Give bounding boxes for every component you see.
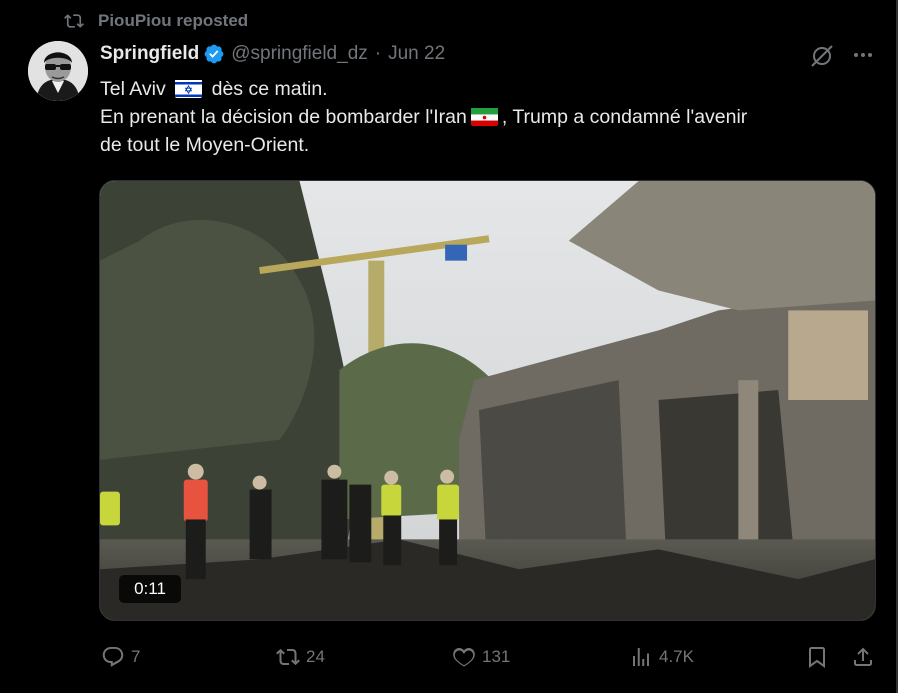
view-count: 4.7K — [659, 647, 694, 666]
tweet-text-segment: dès ce matin. — [211, 78, 328, 100]
repost-icon — [276, 648, 300, 666]
bookmark-button[interactable] — [805, 644, 829, 670]
video-duration: 0:11 — [119, 575, 181, 603]
video-player[interactable] — [99, 180, 876, 621]
tweet-line-3: de tout le Moyen-Orient. — [100, 134, 310, 156]
like-button[interactable]: 131 — [452, 644, 510, 670]
analytics-icon — [633, 648, 649, 666]
repost-icon — [64, 14, 84, 28]
separator-dot: · — [374, 43, 382, 64]
tweet-text-segment: Tel Aviv — [100, 78, 166, 100]
reply-button[interactable]: 7 — [101, 644, 140, 670]
heart-icon — [453, 647, 475, 667]
tweet-actions: 7 24 131 4.7K — [0, 644, 898, 670]
tweet-header: Springfield @springfield_dz · Jun 22 — [100, 41, 445, 67]
tweet-date[interactable]: Jun 22 — [388, 43, 445, 65]
author-name[interactable]: Springfield — [100, 43, 199, 65]
israel-flag-icon — [175, 79, 203, 98]
grok-icon[interactable] — [808, 42, 836, 70]
views-button[interactable]: 4.7K — [629, 644, 694, 670]
repost-count: 24 — [306, 647, 325, 666]
share-icon — [854, 647, 872, 666]
like-count: 131 — [482, 647, 511, 666]
bookmark-icon — [809, 647, 825, 668]
share-button[interactable] — [851, 644, 875, 670]
tweet-line-1: Tel Aviv dès ce matin. — [100, 75, 875, 103]
repost-context[interactable]: PiouPiou reposted — [64, 10, 248, 32]
reply-icon — [102, 647, 124, 667]
tweet-text-segment: En prenant la décision de bombarder l'Ir… — [100, 106, 467, 128]
avatar[interactable] — [28, 41, 88, 101]
reply-count: 7 — [131, 647, 141, 666]
author-handle[interactable]: @springfield_dz — [231, 43, 368, 65]
repost-button[interactable]: 24 — [276, 644, 325, 670]
iran-flag-icon — [470, 107, 498, 126]
tweet-text: Tel Aviv dès ce matin. En prenant la déc… — [100, 75, 875, 159]
more-options-icon[interactable] — [849, 44, 877, 66]
verified-badge-icon[interactable] — [203, 43, 225, 65]
repost-text: PiouPiou reposted — [98, 11, 249, 30]
tweet-line-2: En prenant la décision de bombarder l'Ir… — [100, 103, 875, 131]
video-frame — [100, 181, 875, 620]
tweet-text-segment: , Trump a condamné l'avenir — [501, 106, 748, 128]
